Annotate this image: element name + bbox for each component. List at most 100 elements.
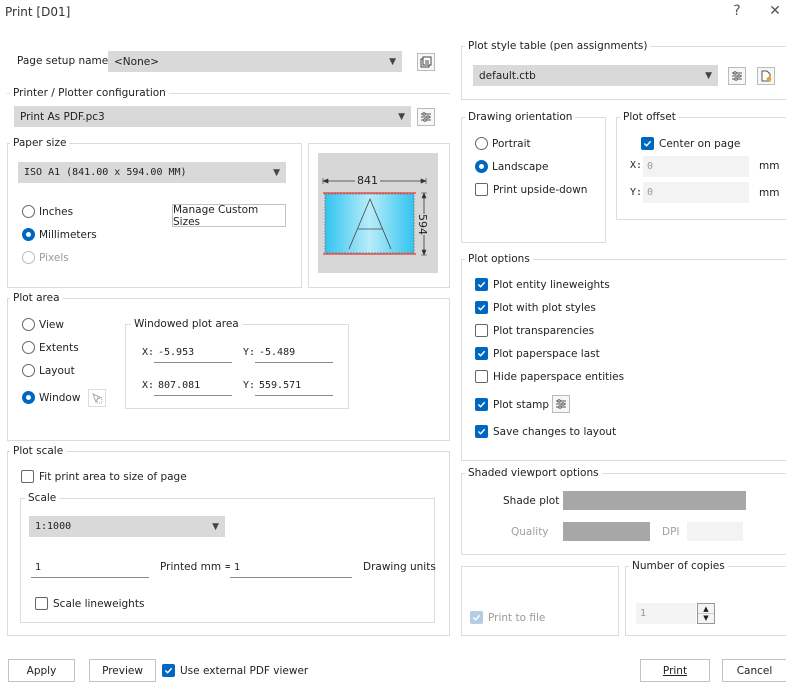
plot-transparencies-checkbox[interactable]: Plot transparencies xyxy=(475,324,594,337)
scale-lineweights-label: Scale lineweights xyxy=(53,597,145,610)
page-setup-add-button[interactable] xyxy=(417,53,435,71)
offset-x-label: X: xyxy=(630,160,643,171)
page-setup-value: <None> xyxy=(114,55,159,68)
shade-plot-combo xyxy=(563,491,746,510)
copies-stepper[interactable]: ▲ ▼ xyxy=(697,603,715,624)
quality-combo xyxy=(563,522,650,541)
plot-with-styles-label: Plot with plot styles xyxy=(493,301,596,314)
help-button[interactable]: ? xyxy=(726,3,748,19)
plot-area-layout-label: Layout xyxy=(39,364,75,377)
unit-inches-label: Inches xyxy=(39,205,74,218)
window-y2-field[interactable]: 559.571 xyxy=(255,375,333,396)
dpi-field xyxy=(687,522,743,541)
offset-x-unit: mm xyxy=(759,160,780,172)
paper-preview-drawing xyxy=(322,178,427,256)
check-icon xyxy=(477,281,486,288)
window-y1-field[interactable]: -5.489 xyxy=(255,342,333,363)
landscape-radio[interactable]: Landscape xyxy=(475,160,548,173)
plot-area-extents-label: Extents xyxy=(39,341,79,354)
chevron-down-icon: ▼ xyxy=(273,167,280,178)
unit-pixels-radio: Pixels xyxy=(22,251,69,264)
window-x2-field[interactable]: 807.081 xyxy=(154,375,232,396)
check-icon xyxy=(477,428,486,435)
chevron-down-icon: ▼ xyxy=(705,70,712,81)
drawing-units-field[interactable]: 1 xyxy=(230,557,352,578)
dpi-label: DPI xyxy=(662,526,680,538)
printed-mm-field[interactable]: 1 xyxy=(31,557,149,578)
shaded-viewport-group-label: Shaded viewport options xyxy=(465,467,602,479)
plot-area-extents-radio[interactable]: Extents xyxy=(22,341,79,354)
chevron-down-icon: ▼ xyxy=(389,56,396,67)
apply-button[interactable]: Apply xyxy=(8,659,75,682)
center-on-page-label: Center on page xyxy=(659,137,741,150)
scale-group-label: Scale xyxy=(25,492,60,504)
paper-height-label: 594 xyxy=(416,214,429,235)
quality-label: Quality xyxy=(511,526,549,538)
check-icon xyxy=(472,614,481,621)
window-title: Print [D01] xyxy=(5,5,71,19)
plot-stamp-label: Plot stamp xyxy=(493,398,550,411)
fit-to-page-checkbox[interactable]: Fit print area to size of page xyxy=(21,470,187,483)
chevron-up-icon[interactable]: ▲ xyxy=(698,604,714,614)
plot-area-window-radio[interactable]: Window xyxy=(22,391,80,404)
unit-inches-radio[interactable]: Inches xyxy=(22,205,73,218)
sliders-icon xyxy=(421,112,431,122)
copies-field[interactable]: 1 xyxy=(636,603,696,624)
plot-stamp-settings-button[interactable] xyxy=(552,395,570,413)
style-table-group-label: Plot style table (pen assignments) xyxy=(465,40,651,52)
plot-stamp-checkbox[interactable]: Plot stamp xyxy=(475,398,549,411)
hide-paperspace-checkbox[interactable]: Hide paperspace entities xyxy=(475,370,624,383)
fit-to-page-label: Fit print area to size of page xyxy=(39,470,187,483)
preview-button[interactable]: Preview xyxy=(89,659,156,682)
chevron-down-icon[interactable]: ▼ xyxy=(698,614,714,623)
manage-custom-sizes-button[interactable]: Manage Custom Sizes xyxy=(172,204,286,228)
style-table-combo[interactable]: default.ctb ▼ xyxy=(473,65,718,86)
plot-entity-lineweights-label: Plot entity lineweights xyxy=(493,278,610,291)
paper-size-combo[interactable]: ISO A1 (841.00 x 594.00 MM) ▼ xyxy=(18,162,286,183)
plot-area-layout-radio[interactable]: Layout xyxy=(22,364,75,377)
shade-plot-label: Shade plot xyxy=(503,495,560,507)
portrait-radio[interactable]: Portrait xyxy=(475,137,531,150)
window-y1-label: Y: xyxy=(243,347,256,358)
plot-with-styles-checkbox[interactable]: Plot with plot styles xyxy=(475,301,596,314)
offset-x-field[interactable]: 0 xyxy=(643,156,749,177)
page-setup-combo[interactable]: <None> ▼ xyxy=(108,51,402,72)
printer-combo[interactable]: Print As PDF.pc3 ▼ xyxy=(14,106,411,127)
check-icon xyxy=(643,140,652,147)
style-table-new-button[interactable] xyxy=(757,67,775,85)
portrait-label: Portrait xyxy=(492,137,531,150)
plot-entity-lineweights-checkbox[interactable]: Plot entity lineweights xyxy=(475,278,610,291)
check-icon xyxy=(477,304,486,311)
printer-properties-button[interactable] xyxy=(417,108,435,126)
drawing-units-label: Drawing units xyxy=(363,561,436,573)
cancel-button[interactable]: Cancel xyxy=(722,659,786,682)
plot-paperspace-last-label: Plot paperspace last xyxy=(493,347,600,360)
window-x1-label: X: xyxy=(142,347,155,358)
plot-options-group-label: Plot options xyxy=(465,253,533,265)
plot-transparencies-label: Plot transparencies xyxy=(493,324,595,337)
scale-combo[interactable]: 1:1000 ▼ xyxy=(29,516,225,537)
offset-y-field[interactable]: 0 xyxy=(643,182,749,203)
paper-width-label: 841 xyxy=(355,174,380,187)
page-setup-label: Page setup name: xyxy=(17,55,112,67)
unit-mm-radio[interactable]: Millimeters xyxy=(22,228,97,241)
print-button[interactable]: Print xyxy=(640,659,710,682)
printer-group-label: Printer / Plotter configuration xyxy=(10,87,169,99)
plot-area-view-radio[interactable]: View xyxy=(22,318,64,331)
sliders-icon xyxy=(732,71,742,81)
close-button[interactable]: ✕ xyxy=(764,3,786,19)
print-to-file-checkbox: Print to file xyxy=(470,611,545,624)
pick-window-button[interactable] xyxy=(88,389,106,407)
upside-down-label: Print upside-down xyxy=(493,183,588,196)
print-to-file-label: Print to file xyxy=(488,611,546,624)
center-on-page-checkbox[interactable]: Center on page xyxy=(641,137,740,150)
upside-down-checkbox[interactable]: Print upside-down xyxy=(475,183,587,196)
external-viewer-checkbox[interactable]: Use external PDF viewer xyxy=(162,664,308,677)
scale-lineweights-checkbox[interactable]: Scale lineweights xyxy=(35,597,144,610)
window-x1-field[interactable]: -5.953 xyxy=(154,342,232,363)
save-changes-checkbox[interactable]: Save changes to layout xyxy=(475,425,616,438)
orientation-group-label: Drawing orientation xyxy=(465,111,576,123)
print-to-file-group xyxy=(461,566,619,636)
style-table-edit-button[interactable] xyxy=(728,67,746,85)
plot-paperspace-last-checkbox[interactable]: Plot paperspace last xyxy=(475,347,600,360)
